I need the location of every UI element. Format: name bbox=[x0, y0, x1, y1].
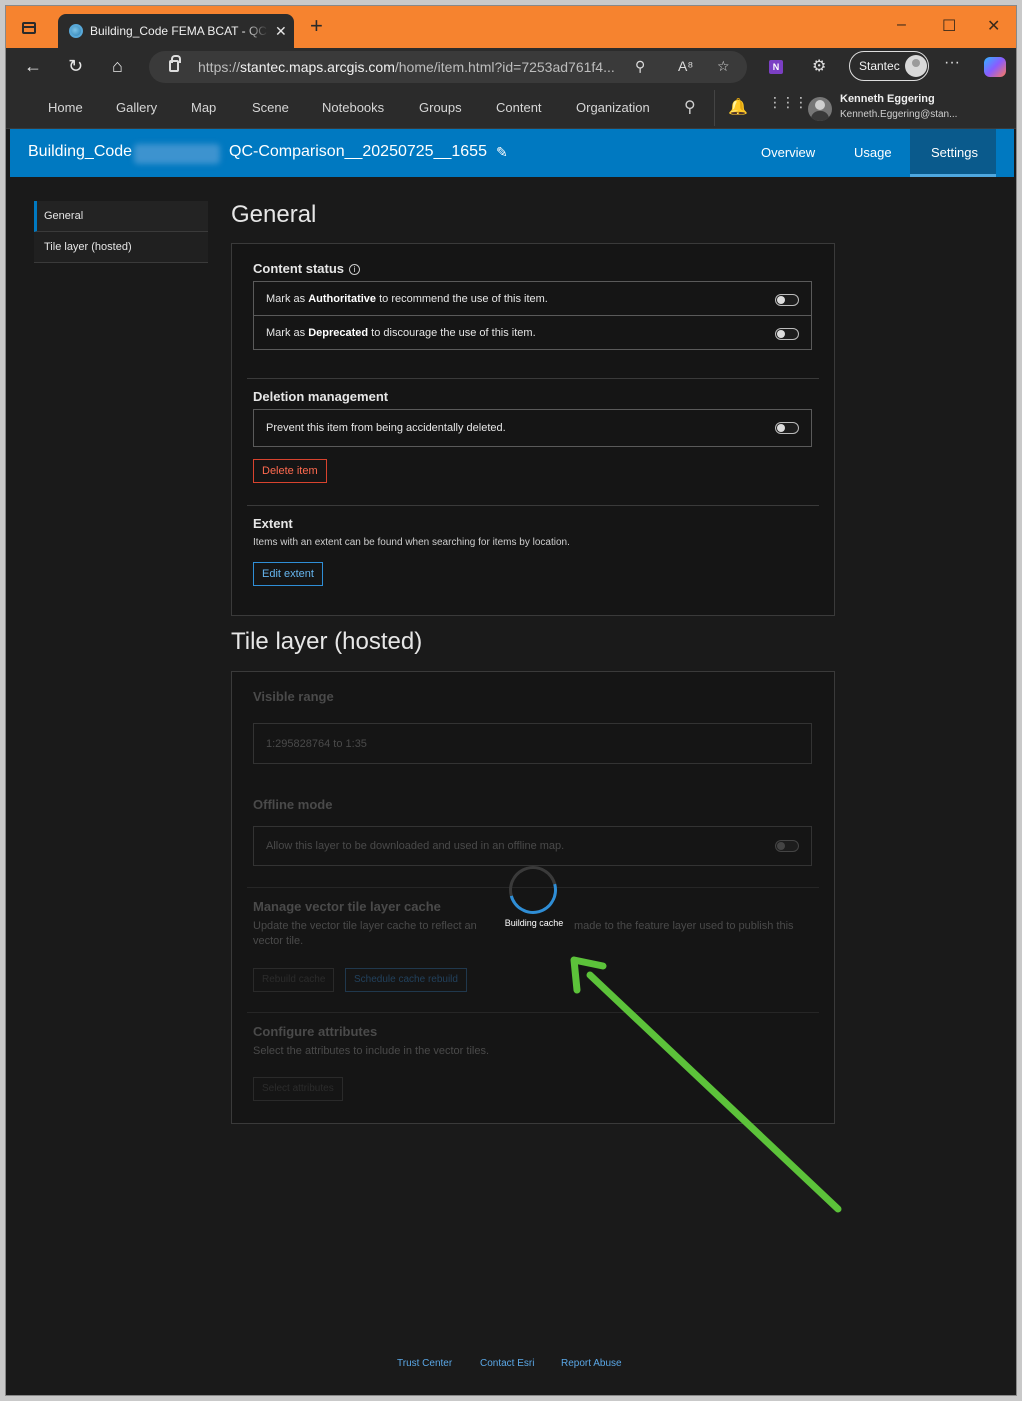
globe-favicon-icon bbox=[69, 24, 83, 38]
cache-description-c: vector tile. bbox=[253, 935, 304, 947]
address-bar-row: ← ↻ ⌂ https://stantec.maps.arcgis.com/ho… bbox=[6, 48, 1016, 86]
close-window-icon[interactable]: ✕ bbox=[987, 16, 1000, 36]
attributes-title: Configure attributes bbox=[253, 1024, 378, 1039]
footer-link-trust-center[interactable]: Trust Center bbox=[397, 1358, 452, 1369]
section-divider bbox=[247, 378, 819, 379]
delete-item-button[interactable]: Delete item bbox=[253, 459, 327, 483]
section-divider bbox=[247, 505, 819, 506]
lock-icon[interactable] bbox=[169, 55, 181, 72]
spinner-label: Building cache bbox=[504, 918, 564, 928]
edit-extent-button[interactable]: Edit extent bbox=[253, 562, 323, 586]
browser-titlebar: Building_Code FEMA BCAT - QC-Comparison_… bbox=[6, 6, 1016, 48]
visible-range-title: Visible range bbox=[253, 689, 334, 704]
offline-mode-row: Allow this layer to be downloaded and us… bbox=[253, 826, 812, 866]
user-avatar[interactable] bbox=[808, 97, 832, 121]
profile-button[interactable]: Stantec bbox=[849, 51, 929, 81]
sidebar-item-tile-layer[interactable]: Tile layer (hosted) bbox=[34, 232, 208, 263]
nav-home[interactable]: Home bbox=[48, 100, 83, 115]
offline-mode-text: Allow this layer to be downloaded and us… bbox=[266, 840, 565, 852]
delete-protection-row: Prevent this item from being accidentall… bbox=[253, 409, 812, 447]
browser-tab[interactable]: Building_Code FEMA BCAT - QC-Comparison_… bbox=[58, 14, 294, 48]
tab-settings[interactable]: Settings bbox=[931, 145, 978, 160]
home-icon[interactable]: ⌂ bbox=[112, 56, 123, 76]
offline-mode-title: Offline mode bbox=[253, 797, 333, 812]
nav-scene[interactable]: Scene bbox=[252, 100, 289, 115]
nav-gallery[interactable]: Gallery bbox=[116, 100, 157, 115]
bell-icon[interactable]: 🔔 bbox=[728, 97, 748, 117]
info-icon[interactable]: i bbox=[349, 264, 360, 275]
item-header: Building_Code QC-Comparison__20250725__1… bbox=[10, 129, 1014, 177]
rebuild-cache-button[interactable]: Rebuild cache bbox=[253, 968, 335, 992]
refresh-icon[interactable]: ↻ bbox=[68, 56, 83, 76]
back-icon[interactable]: ← bbox=[24, 56, 42, 76]
search-icon[interactable]: ⚲ bbox=[684, 97, 696, 117]
more-icon[interactable]: ··· bbox=[944, 54, 960, 72]
section-divider bbox=[247, 1012, 819, 1013]
new-tab-button[interactable]: + bbox=[310, 15, 323, 37]
onenote-icon[interactable]: N bbox=[769, 60, 783, 74]
close-tab-icon[interactable]: ✕ bbox=[275, 23, 287, 40]
copilot-icon[interactable] bbox=[984, 57, 1006, 77]
deprecated-text: Mark as Deprecated to discourage the use… bbox=[266, 327, 536, 339]
extent-title: Extent bbox=[253, 516, 293, 531]
user-email: Kenneth.Eggering@stan... bbox=[840, 109, 958, 120]
nav-organization[interactable]: Organization bbox=[576, 100, 650, 115]
item-title-right: QC-Comparison__20250725__1655 bbox=[229, 143, 487, 160]
cache-description-b: made to the feature layer used to publis… bbox=[574, 920, 794, 932]
delete-protection-toggle[interactable] bbox=[775, 422, 799, 434]
nav-divider bbox=[714, 90, 715, 126]
apps-grid-icon[interactable]: ⋮⋮⋮ bbox=[768, 95, 808, 109]
authoritative-toggle[interactable] bbox=[775, 294, 799, 306]
browser-window: Building_Code FEMA BCAT - QC-Comparison_… bbox=[5, 5, 1017, 1396]
footer-link-contact-esri[interactable]: Contact Esri bbox=[480, 1358, 534, 1369]
nav-content[interactable]: Content bbox=[496, 100, 542, 115]
visible-range-box[interactable]: 1:295828764 to 1:35 bbox=[253, 723, 812, 764]
extent-description: Items with an extent can be found when s… bbox=[253, 537, 570, 548]
select-attributes-button[interactable]: Select attributes bbox=[253, 1077, 343, 1101]
user-name[interactable]: Kenneth Eggering bbox=[840, 93, 935, 105]
tab-title: Building_Code FEMA BCAT - QC-Comparison_… bbox=[90, 24, 268, 38]
schedule-cache-rebuild-button[interactable]: Schedule cache rebuild bbox=[345, 968, 467, 992]
general-heading: General bbox=[231, 201, 317, 228]
offline-mode-toggle[interactable] bbox=[775, 840, 799, 852]
attributes-description: Select the attributes to include in the … bbox=[253, 1045, 490, 1057]
tile-layer-panel: Visible range 1:295828764 to 1:35 Offlin… bbox=[231, 671, 835, 1124]
profile-label: Stantec bbox=[859, 59, 900, 73]
cache-title: Manage vector tile layer cache bbox=[253, 899, 441, 914]
delete-protection-text: Prevent this item from being accidentall… bbox=[266, 422, 506, 434]
minimize-icon[interactable]: – bbox=[897, 16, 906, 34]
tab-usage[interactable]: Usage bbox=[854, 145, 892, 160]
nav-notebooks[interactable]: Notebooks bbox=[322, 100, 384, 115]
zoom-icon[interactable]: ⚲ bbox=[635, 58, 645, 75]
content-status-title: Content status i bbox=[253, 261, 360, 276]
url-text[interactable]: https://stantec.maps.arcgis.com/home/ite… bbox=[198, 59, 615, 75]
favorite-icon[interactable]: ☆ bbox=[717, 58, 730, 75]
footer-link-report-abuse[interactable]: Report Abuse bbox=[561, 1358, 622, 1369]
general-panel: Content status i Mark as Authoritative to… bbox=[231, 243, 835, 616]
window-icon[interactable] bbox=[22, 22, 36, 34]
pencil-icon[interactable]: ✎ bbox=[496, 144, 508, 161]
profile-avatar bbox=[905, 55, 927, 77]
nav-groups[interactable]: Groups bbox=[419, 100, 462, 115]
sidebar-item-general[interactable]: General bbox=[34, 201, 208, 232]
visible-range-value: 1:295828764 to 1:35 bbox=[266, 738, 367, 750]
arcgis-nav: Home Gallery Map Scene Notebooks Groups … bbox=[6, 86, 1016, 129]
nav-map[interactable]: Map bbox=[191, 100, 216, 115]
extensions-icon[interactable]: ⚙ bbox=[812, 56, 826, 76]
authoritative-row: Mark as Authoritative to recommend the u… bbox=[253, 281, 812, 316]
deprecated-row: Mark as Deprecated to discourage the use… bbox=[253, 315, 812, 350]
deletion-title: Deletion management bbox=[253, 389, 389, 404]
authoritative-text: Mark as Authoritative to recommend the u… bbox=[266, 293, 548, 305]
tile-layer-heading: Tile layer (hosted) bbox=[231, 628, 423, 655]
read-aloud-icon[interactable]: A⁸ bbox=[678, 58, 693, 74]
redacted-title-segment bbox=[134, 144, 220, 164]
tab-overview[interactable]: Overview bbox=[761, 145, 815, 160]
deprecated-toggle[interactable] bbox=[775, 328, 799, 340]
item-title-left: Building_Code bbox=[28, 143, 133, 160]
maximize-icon[interactable]: ☐ bbox=[942, 16, 956, 36]
loading-spinner-icon bbox=[500, 857, 566, 923]
cache-description-a: Update the vector tile layer cache to re… bbox=[253, 920, 477, 932]
address-bar[interactable]: https://stantec.maps.arcgis.com/home/ite… bbox=[149, 51, 747, 83]
